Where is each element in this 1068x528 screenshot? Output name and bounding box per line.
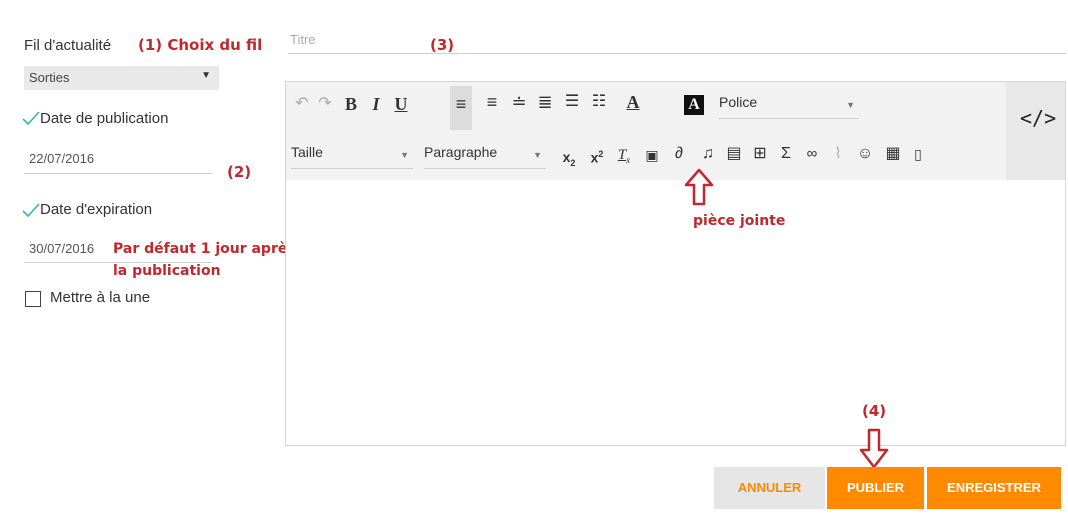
font-select-label: Police <box>719 94 758 110</box>
feed-select[interactable]: Sorties ▼ <box>24 66 219 90</box>
annotation-3: (3) <box>430 36 455 54</box>
editor-content-area[interactable] <box>286 180 1065 445</box>
size-select-label: Taille <box>291 144 323 160</box>
publication-date-value: 22/07/2016 <box>29 151 95 166</box>
bold-icon[interactable]: B <box>341 94 361 114</box>
headline-label: Mettre à la une <box>50 289 151 306</box>
align-justify-icon[interactable]: ≣ <box>534 92 556 112</box>
clear-format-icon[interactable]: Tx <box>613 145 635 170</box>
annotation-1: (1) Choix du fil <box>138 36 263 54</box>
link-icon[interactable]: ∞ <box>801 144 823 164</box>
annotation-4: (4) <box>862 402 887 420</box>
rich-text-editor[interactable]: ↶ ↷ B I U ≡ ≡ ≐ ≣ ☰ ☷ A A Police ▼ Taill… <box>285 81 1066 446</box>
document-icon[interactable]: ▯ <box>907 144 929 164</box>
save-button[interactable]: ENREGISTRER <box>927 467 1061 509</box>
italic-icon[interactable]: I <box>366 94 386 114</box>
redo-icon[interactable]: ↷ <box>315 94 335 114</box>
sigma-icon[interactable]: Σ <box>775 144 797 164</box>
image-icon[interactable]: ▣ <box>641 145 663 165</box>
bulleted-list-icon[interactable]: ☰ <box>561 92 583 112</box>
source-code-icon: </> <box>1020 106 1057 130</box>
numbered-list-icon[interactable]: ☷ <box>588 92 610 112</box>
expiration-date-value: 30/07/2016 <box>29 241 95 256</box>
annotation-default-line2: la publication <box>113 263 221 279</box>
attachment-icon[interactable]: ∂ <box>668 144 690 164</box>
editor-toolbar: ↶ ↷ B I U ≡ ≡ ≐ ≣ ☰ ☷ A A Police ▼ Taill… <box>286 82 1006 180</box>
annotation-2: (2) <box>227 163 252 181</box>
audio-icon[interactable]: ♫ <box>697 144 719 164</box>
feed-label: Fil d'actualité <box>24 37 112 54</box>
headline-checkbox[interactable] <box>25 291 41 307</box>
chevron-down-icon: ▼ <box>201 70 211 81</box>
size-select[interactable]: Taille ▼ <box>291 144 413 169</box>
undo-icon[interactable]: ↶ <box>292 94 312 114</box>
text-color-icon[interactable]: A <box>621 92 645 112</box>
format-select[interactable]: Paragraphe ▼ <box>424 144 546 169</box>
background-color-icon[interactable]: A <box>684 95 704 115</box>
format-select-label: Paragraphe <box>424 144 498 160</box>
underline-icon[interactable]: U <box>391 94 411 114</box>
source-code-button[interactable]: </> <box>1006 82 1065 180</box>
chevron-down-icon: ▼ <box>846 100 855 110</box>
cancel-button[interactable]: ANNULER <box>714 467 825 509</box>
annotation-attachment: pièce jointe <box>693 213 786 229</box>
check-icon[interactable] <box>22 203 40 217</box>
annotation-default-line1: Par défaut 1 jour après <box>113 241 296 257</box>
feed-select-value: Sorties <box>29 70 70 85</box>
table-icon[interactable]: ▦ <box>882 144 904 164</box>
publication-date-input[interactable]: 22/07/2016 <box>24 148 212 174</box>
subscript-icon[interactable]: x2 <box>558 147 580 173</box>
table-grid-icon[interactable]: ⊞ <box>749 144 771 164</box>
publish-button[interactable]: PUBLIER <box>827 467 924 509</box>
title-input[interactable]: Titre <box>288 30 1066 54</box>
smiley-icon[interactable]: ☺ <box>854 144 876 164</box>
superscript-icon[interactable]: x2 <box>586 144 608 168</box>
check-icon[interactable] <box>22 111 40 125</box>
arrow-up-icon <box>684 168 714 206</box>
publication-date-label: Date de publication <box>40 110 169 127</box>
align-left-icon[interactable]: ≡ <box>450 86 472 130</box>
chevron-down-icon: ▼ <box>400 150 409 160</box>
title-placeholder: Titre <box>290 32 316 47</box>
chevron-down-icon: ▼ <box>533 150 542 160</box>
align-justify-left-icon[interactable]: ≐ <box>508 92 530 112</box>
video-icon[interactable]: ▤ <box>723 144 745 164</box>
unlink-icon[interactable]: ⌇ <box>827 144 849 164</box>
font-select[interactable]: Police ▼ <box>719 94 859 119</box>
align-center-icon[interactable]: ≡ <box>481 92 503 112</box>
arrow-down-icon <box>859 428 889 469</box>
expiration-date-label: Date d'expiration <box>40 201 153 218</box>
